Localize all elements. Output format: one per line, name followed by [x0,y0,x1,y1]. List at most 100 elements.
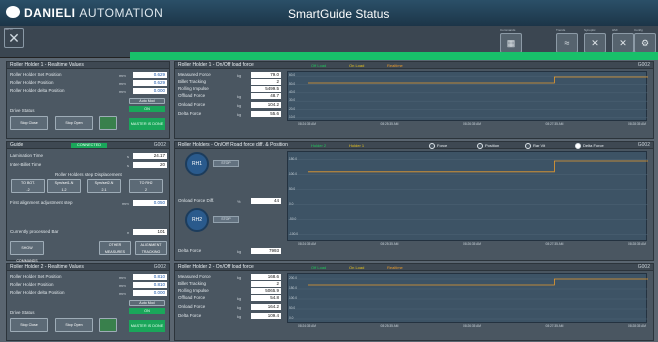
toolbar-button-1[interactable]: ≈ [556,33,578,53]
rh2-row-label-0: Roller Holder Set Position [10,274,62,279]
menu-button[interactable]: ✕ [4,28,24,48]
c1-row-label-2: Rolling Impulse [178,86,209,91]
rh2-stop-button[interactable]: STOP [213,216,239,223]
toolbar-button-0[interactable]: ▦ [500,33,522,53]
rh2-title-text: Roller Holder 2 - Realtime Values [10,264,84,270]
rh1-stop-open-button[interactable]: Stop Open [55,116,93,130]
radio-label-0: Force [437,143,448,148]
step-button-2[interactable]: Sym/set2-N 2.1 [87,179,121,193]
wave-icon: ≈ [564,38,570,48]
rh2-force-chart-id: G002 [637,264,650,270]
step-button-0[interactable]: TO BOT. -2 [11,179,45,193]
toolbar-button-4[interactable]: ⚙ [634,33,656,53]
c3-ytick-1: 150.0 [289,286,297,290]
c3-row-label-1: Billet Tracking [178,281,207,286]
rh1-on-badge: ON [129,106,165,112]
rh2-stop-open-button[interactable]: Stop Open [55,318,93,332]
rh1-row-label-2: Roller Holder delta Position [10,88,65,93]
c3-ytick-0: 200.0 [289,276,297,280]
processed-bar-unit: n [127,230,130,235]
guide-id: G002 [153,142,166,148]
rh1-extra-button[interactable] [99,116,117,130]
c3-trend-svg [288,278,648,320]
c1-legend-0: Off Load [311,63,327,68]
rh1-row-value-2: 0.000 [133,88,167,94]
brand-name: DANIELI [24,6,76,20]
rh1-auto-button[interactable]: Auto Mod [129,98,165,104]
c1-row-value-4: 104.2 [251,102,281,108]
c1-trend-svg [288,75,648,119]
rh2-title: Roller Holder 2 - Realtime Values G002 [7,264,169,271]
header-bar: DANIELI AUTOMATION SmartGuide Status [0,0,658,26]
toolbar-button-2[interactable]: ✕ [584,33,606,53]
c1-ytick-0: 60.0 [289,73,296,78]
x-icon: ✕ [591,38,599,48]
c3-xtick-3: 08:27:35 AM [545,324,564,328]
c1-plot-area [287,71,648,121]
c3-ytick-3: 50.0 [289,306,296,310]
rh1-force-chart-title-text: Roller Holder 1 - On/Off load force [178,62,254,68]
rh2-panel: Roller Holder 2 - Realtime Values G002 Ro… [6,263,170,341]
rh2-row-label-2: Roller Holder delta Position [10,290,65,295]
toolbar-label-1: Trends [556,28,566,32]
step-button-1[interactable]: Sym/set1-N 1.2 [47,179,81,193]
c3-ytick-4: 0.0 [289,316,294,320]
rh1-master-badge: MASTER IS DONE [129,118,165,130]
c2-plot-area [287,151,648,241]
step-button-sub-2: 2.1 [101,187,107,192]
rh1-force-chart-title: Roller Holder 1 - On/Off load force G002 [175,62,653,69]
c2-ytick-2: 50.0 [289,186,296,191]
lamination-time-label: Lamination Time [10,153,44,158]
step-button-3[interactable]: TO RH2 2 [129,179,163,193]
c3-xtick-2: 08:26:35 AM [463,324,481,328]
c3-row-label-0: Measured Force [178,274,211,279]
c2-series-line [308,160,648,173]
radio-0[interactable] [429,143,435,149]
c1-ytick-1: 50.0 [289,81,296,86]
inter-billet-unit: s [127,163,129,168]
c2-ytick-1: 100.0 [289,171,297,176]
radio-3[interactable] [575,143,581,149]
rh2-id: G002 [153,264,166,270]
page-title: SmartGuide Status [288,7,390,21]
c3-row-unit-5: kg [237,314,242,319]
rh2-force-chart-title: Roller Holder 2 - On/Off load force G002 [175,264,653,271]
c1-xtick-4: 08:28:35 AM [628,122,646,126]
toolbar-label-0: Commands [500,28,516,32]
toolbar-label-4: Config [634,28,643,32]
rh1-force-chart-panel: Roller Holder 1 - On/Off load force G002 … [174,61,654,139]
toolbar-button-3[interactable]: ✕ [612,33,634,53]
rh1-stop-close-button[interactable]: Stop Close [10,116,48,130]
radio-label-1: Position [485,143,500,148]
c1-row-value-5: 55.6 [251,111,281,117]
c3-row-label-2: Rolling Impulse [178,288,209,293]
c3-legend-1: On Load [349,265,365,270]
rh2-stop-close-button[interactable]: Stop Close [10,318,48,332]
c2-ytick-3: 0.0 [289,201,294,206]
c1-row-label-1: Billet Tracking [178,79,207,84]
gear-icon: ⚙ [640,38,650,48]
c1-row-unit-5: kg [237,112,242,117]
show-commands-button[interactable]: SHOW COMMANDS [10,241,44,263]
radio-2[interactable] [525,143,531,149]
cross-icon: ✕ [619,38,627,48]
c2-ytick-5: -100.0 [289,231,299,236]
c1-xtick-0: 08:24:35 AM [298,122,316,126]
c3-row-value-4: 164.2 [251,304,281,310]
c3-row-unit-3: kg [237,296,242,301]
step-button-sub-1: 1.2 [61,187,67,192]
guide-connected-badge: CONNECTED [71,143,107,148]
rh2-extra-button[interactable] [99,318,117,332]
other-measures-button[interactable]: OTHER MEASURES [99,241,131,255]
rh2-auto-button[interactable]: Auto Mod [129,300,165,306]
processed-bar-value: 101 [133,229,167,235]
c3-xtick-0: 08:24:35 AM [298,324,316,328]
c1-legend-1: On Load [349,63,365,68]
radio-1[interactable] [477,143,483,149]
c1-row-label-0: Measured Force [178,72,211,77]
alignment-tracking-button[interactable]: ALIGNMENT TRACKING [135,241,167,255]
rh1-stop-button[interactable]: STOP [213,160,239,167]
c3-plot-area [287,273,648,323]
c2-xtick-3: 08:27:35 AM [545,242,564,246]
first-alignment-value[interactable]: 0.050 [133,200,167,206]
